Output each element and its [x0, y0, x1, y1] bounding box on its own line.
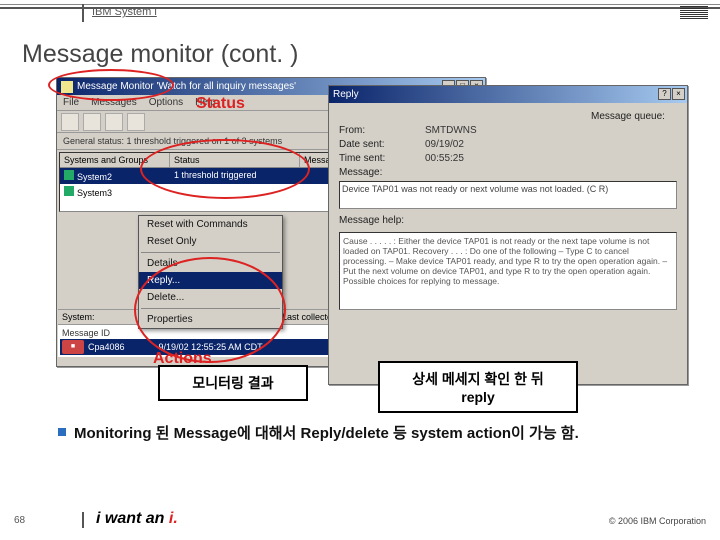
tool-icon[interactable] [127, 113, 145, 131]
time-row: Time sent: 00:55:25 [339, 153, 677, 164]
queue-row: Message queue: [339, 111, 677, 122]
msg-row-label: Message: [339, 167, 677, 178]
tool-icon[interactable] [105, 113, 123, 131]
bullet-text: Monitoring 된 Message에 대해서 Reply/delete 등… [74, 422, 579, 443]
date-label: Date sent: [339, 139, 425, 150]
msg-label: Message: [339, 167, 425, 178]
annotation-status-ellipse [140, 139, 310, 199]
header-rule-thin [0, 4, 720, 5]
tagline-i: i. [169, 510, 178, 527]
screenshot-area: Message Monitor 'Watch for all inquiry m… [28, 75, 692, 410]
slide-footer: 68 i want an i. © 2006 IBM Corporation [0, 504, 720, 528]
callout-reply-detail: 상세 메세지 확인 한 뒤 reply [378, 361, 578, 413]
reply-dialog: Reply ? × Message queue: From: SMTDWNS D… [328, 85, 688, 385]
from-label: From: [339, 125, 425, 136]
annotation-actions-ellipse [134, 257, 286, 363]
bullet-square-icon [58, 428, 66, 436]
msg-textbox[interactable]: Device TAP01 was not ready or next volum… [339, 181, 677, 209]
date-row: Date sent: 09/19/02 [339, 139, 677, 150]
system-icon [64, 186, 74, 196]
callout-monitoring-result: 모니터링 결과 [158, 365, 308, 401]
header-vertical-bar [82, 4, 84, 22]
page-number: 68 [14, 515, 25, 526]
time-value: 00:55:25 [425, 153, 677, 164]
help-label: Message help: [339, 215, 425, 226]
tagline: i want an i. [96, 510, 178, 528]
tagline-pre: i want an [96, 510, 169, 527]
ctx-reset-with-commands[interactable]: Reset with Commands [139, 216, 282, 233]
bullet-list: Monitoring 된 Message에 대해서 Reply/delete 등… [58, 422, 662, 443]
reply-titlebar: Reply ? × [329, 86, 687, 103]
callout2-line1: 상세 메세지 확인 한 뒤 [390, 369, 566, 389]
footer-vertical-bar [82, 512, 84, 528]
help-button[interactable]: ? [658, 88, 671, 100]
copyright: © 2006 IBM Corporation [609, 516, 706, 526]
callout2-line2: reply [390, 389, 566, 405]
annotation-status-text: Status [196, 95, 245, 113]
from-value: SMTDWNS [425, 125, 677, 136]
help-row-label: Message help: [339, 215, 677, 226]
reply-body: Message queue: From: SMTDWNS Date sent: … [329, 103, 687, 318]
cell-system: System3 [77, 188, 112, 198]
close-button[interactable]: × [672, 88, 685, 100]
ctx-separator [141, 252, 280, 253]
date-value: 09/19/02 [425, 139, 677, 150]
tool-icon[interactable] [61, 113, 79, 131]
bullet-item: Monitoring 된 Message에 대해서 Reply/delete 등… [58, 422, 662, 443]
product-label: IBM System i [92, 6, 157, 18]
queue-label: Message queue: [591, 111, 677, 122]
annotation-title-ellipse [48, 69, 174, 101]
message-id: Cpa4086 [88, 342, 125, 352]
tool-icon[interactable] [83, 113, 101, 131]
ibm-logo [680, 6, 708, 19]
cell-system: System2 [77, 172, 112, 182]
alert-icon: ■ [62, 340, 84, 354]
help-textbox[interactable]: Cause . . . . . : Either the device TAP0… [339, 232, 677, 310]
menu-options[interactable]: Options [149, 97, 183, 108]
system-icon [64, 170, 74, 180]
ctx-reset-only[interactable]: Reset Only [139, 233, 282, 250]
reply-title-text: Reply [333, 89, 359, 100]
from-row: From: SMTDWNS [339, 125, 677, 136]
time-label: Time sent: [339, 153, 425, 164]
slide-header: IBM System i [0, 0, 720, 28]
menu-file[interactable]: File [63, 97, 79, 108]
slide-title: Message monitor (cont. ) [22, 40, 720, 69]
